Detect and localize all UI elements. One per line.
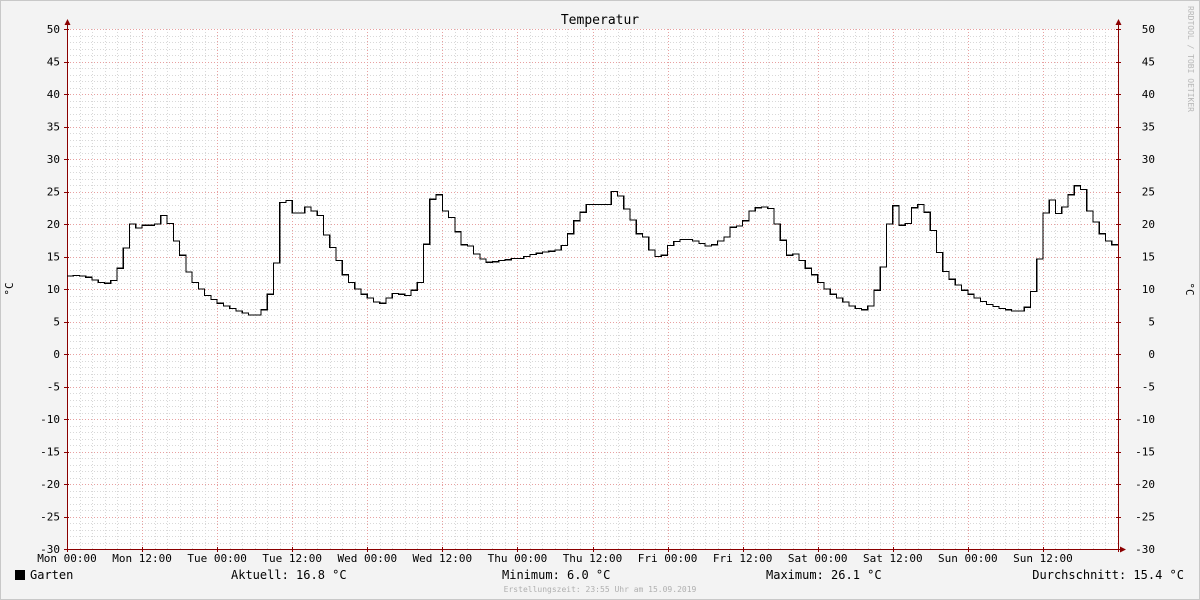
x-tick-label: Sat 12:00 xyxy=(863,552,923,565)
x-tick-label: Thu 00:00 xyxy=(488,552,548,565)
y-tick-label: 20 xyxy=(47,218,60,231)
x-tick-label: Fri 00:00 xyxy=(638,552,698,565)
legend-swatch xyxy=(15,570,25,580)
y-tick-label: 45 xyxy=(47,56,60,69)
y-axis-label-left: °C xyxy=(3,282,16,295)
y-tick-label: 30 xyxy=(47,153,60,166)
y-tick-label: -5 xyxy=(1142,381,1155,394)
x-tick-label: Sun 12:00 xyxy=(1013,552,1073,565)
y-tick-label: 40 xyxy=(1142,88,1155,101)
x-tick-label: Wed 00:00 xyxy=(337,552,397,565)
y-tick-label: 5 xyxy=(1148,316,1155,329)
x-tick-label: Sat 00:00 xyxy=(788,552,848,565)
y-tick-label: 15 xyxy=(47,251,60,264)
legend-current: Aktuell: 16.8 °C xyxy=(231,568,347,582)
y-tick-label: -5 xyxy=(47,381,60,394)
legend-maximum: Maximum: 26.1 °C xyxy=(766,568,882,582)
y-tick-label: 50 xyxy=(47,23,60,36)
x-tick-label: Fri 12:00 xyxy=(713,552,773,565)
y-tick-label: 0 xyxy=(53,348,60,361)
y-tick-label: -10 xyxy=(40,413,60,426)
y-tick-label: 25 xyxy=(1142,186,1155,199)
x-tick-label: Thu 12:00 xyxy=(563,552,623,565)
chart-title: Temperatur xyxy=(561,13,639,28)
y-tick-label: 35 xyxy=(47,121,60,134)
x-tick-label: Tue 00:00 xyxy=(187,552,247,565)
y-tick-label: 45 xyxy=(1142,56,1155,69)
x-tick-label: Wed 12:00 xyxy=(413,552,473,565)
y-tick-label: -10 xyxy=(1135,413,1155,426)
watermark: RRDTOOL / TOBI OETIKER xyxy=(1186,6,1195,112)
y-tick-label: -25 xyxy=(40,511,60,524)
y-tick-label: 25 xyxy=(47,186,60,199)
y-tick-label: 20 xyxy=(1142,218,1155,231)
x-tick-label: Mon 00:00 xyxy=(37,552,97,565)
y-tick-label: 30 xyxy=(1142,153,1155,166)
y-tick-label: -25 xyxy=(1135,511,1155,524)
legend-minimum: Minimum: 6.0 °C xyxy=(502,568,610,582)
y-tick-label: 40 xyxy=(47,88,60,101)
y-tick-label: -30 xyxy=(1135,543,1155,556)
y-tick-label: -15 xyxy=(1135,446,1155,459)
y-tick-label: -15 xyxy=(40,446,60,459)
y-tick-label: 0 xyxy=(1148,348,1155,361)
temperature-chart: 50454035302520151050-5-10-15-20-25-30 50… xyxy=(0,0,1200,600)
y-tick-label: 50 xyxy=(1142,23,1155,36)
y-tick-label: -20 xyxy=(40,478,60,491)
x-tick-label: Sun 00:00 xyxy=(938,552,998,565)
legend-average: Durchschnitt: 15.4 °C xyxy=(1032,568,1184,582)
y-tick-label: 35 xyxy=(1142,121,1155,134)
y-axis-label-right: °C xyxy=(1183,282,1196,295)
x-tick-label: Tue 12:00 xyxy=(262,552,322,565)
x-tick-label: Mon 12:00 xyxy=(112,552,172,565)
legend-series-label: Garten xyxy=(30,568,73,582)
footer-creation-time: Erstellungszeit: 23:55 Uhr am 15.09.2019 xyxy=(504,585,697,594)
y-tick-label: 15 xyxy=(1142,251,1155,264)
y-tick-label: 5 xyxy=(53,316,60,329)
y-tick-label: 10 xyxy=(1142,283,1155,296)
y-tick-label: 10 xyxy=(47,283,60,296)
y-tick-label: -20 xyxy=(1135,478,1155,491)
